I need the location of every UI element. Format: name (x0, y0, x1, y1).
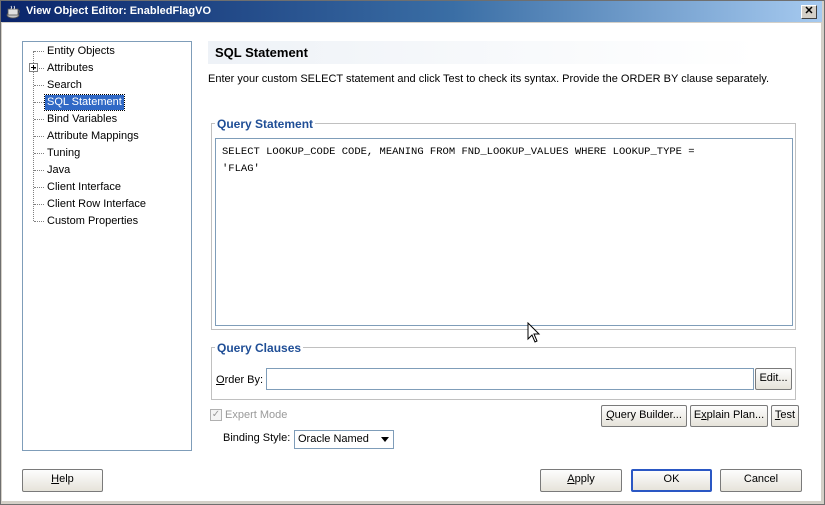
binding-style-select[interactable]: Oracle Named (294, 430, 394, 449)
coffee-cup-icon (6, 5, 20, 19)
tree-item-java[interactable]: Java (45, 163, 72, 178)
tree-item-entity-objects[interactable]: Entity Objects (45, 44, 117, 59)
chevron-down-icon[interactable] (381, 437, 389, 442)
order-by-input[interactable] (266, 368, 754, 390)
tree-branch (34, 136, 44, 137)
tree-branch (34, 221, 44, 222)
expert-mode-checkbox[interactable]: ✓ (210, 409, 222, 421)
close-button[interactable]: ✕ (801, 5, 817, 19)
tree-branch (34, 51, 44, 52)
tree-item-bind-variables[interactable]: Bind Variables (45, 112, 119, 127)
tree-item-client-row-interface[interactable]: Client Row Interface (45, 197, 148, 212)
query-clauses-label: Query Clauses (215, 341, 304, 355)
edit-order-by-button[interactable]: Edit... (755, 368, 792, 390)
tree-branch (34, 68, 44, 69)
tree-item-attribute-mappings[interactable]: Attribute Mappings (45, 129, 141, 144)
ok-button[interactable]: OK (631, 469, 712, 492)
page-title: SQL Statement (215, 45, 308, 60)
binding-style-label: Binding Style: (223, 432, 291, 444)
instructions-text: Enter your custom SELECT statement and c… (208, 73, 770, 85)
tree-item-sql-statement[interactable]: SQL Statement (44, 94, 125, 111)
apply-button[interactable]: Apply (540, 469, 622, 492)
window-title: View Object Editor: EnabledFlagVO (26, 5, 211, 17)
tree-branch (34, 102, 44, 103)
title-bar[interactable]: View Object Editor: EnabledFlagVO ✕ (1, 1, 822, 22)
query-builder-button[interactable]: Query Builder... (601, 405, 687, 427)
expert-mode-label: Expert Mode (225, 409, 288, 421)
tree-item-client-interface[interactable]: Client Interface (45, 180, 123, 195)
query-statement-editor[interactable]: SELECT LOOKUP_CODE CODE, MEANING FROM FN… (215, 138, 793, 326)
order-by-label: Order By: (216, 374, 264, 386)
help-button[interactable]: Help (22, 469, 103, 492)
tree-branch (34, 85, 44, 86)
tree-branch (34, 187, 44, 188)
cancel-button[interactable]: Cancel (720, 469, 802, 492)
explain-plan-button[interactable]: Explain Plan... (690, 405, 768, 427)
tree-item-attributes[interactable]: Attributes (45, 61, 95, 76)
tree-branch (34, 153, 44, 154)
tree-branch (34, 204, 44, 205)
tree-branch (34, 119, 44, 120)
tree-item-search[interactable]: Search (45, 78, 84, 93)
mouse-cursor-icon (527, 322, 541, 343)
close-icon: ✕ (804, 5, 814, 17)
query-statement-label: Query Statement (215, 117, 316, 131)
test-button[interactable]: Test (771, 405, 799, 427)
tree-branch (34, 170, 44, 171)
tree-item-custom-properties[interactable]: Custom Properties (45, 214, 140, 229)
tree-item-tuning[interactable]: Tuning (45, 146, 82, 161)
binding-style-value: Oracle Named (298, 433, 369, 445)
navigation-tree[interactable]: Entity Objects Attributes Search SQL Sta… (22, 41, 192, 451)
